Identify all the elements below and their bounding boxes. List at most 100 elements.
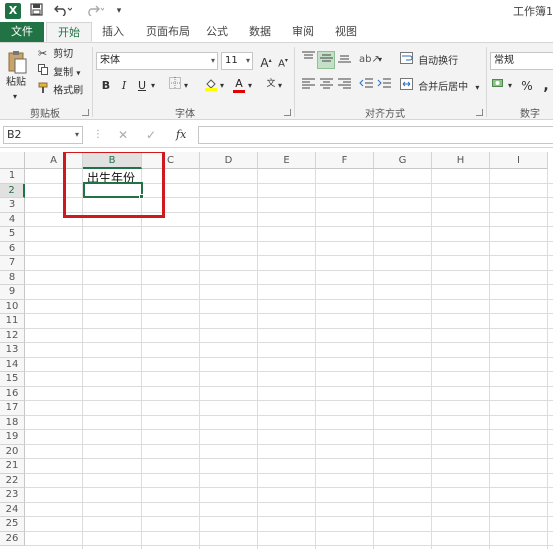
row-header-2[interactable]: 2	[0, 183, 25, 198]
column-header-i[interactable]: I	[490, 152, 548, 169]
align-center-icon	[319, 78, 333, 89]
row-header-1[interactable]: 1	[0, 169, 25, 184]
tab-file[interactable]: 文件	[0, 22, 44, 42]
underline-dropdown-icon[interactable]: ▾	[149, 77, 157, 95]
align-top-button[interactable]	[299, 51, 317, 69]
formula-input[interactable]	[198, 126, 553, 144]
tab-data[interactable]: 数据	[242, 22, 278, 42]
bold-button[interactable]: B	[97, 77, 115, 95]
row-header-22[interactable]: 22	[0, 473, 25, 488]
redo-icon[interactable]	[84, 3, 106, 19]
row-header-16[interactable]: 16	[0, 386, 25, 401]
row-header-17[interactable]: 17	[0, 401, 25, 416]
name-box[interactable]: B2 ▾	[3, 126, 83, 144]
phonetic-dropdown-icon[interactable]: ▾	[276, 77, 284, 95]
percent-button[interactable]: %	[518, 77, 536, 95]
font-name-select[interactable]: 宋体 ▾	[96, 52, 218, 70]
font-launcher-icon[interactable]	[284, 109, 291, 116]
merge-dropdown-icon[interactable]: ▾	[475, 83, 479, 92]
separator	[294, 47, 295, 117]
enter-icon[interactable]: ✓	[146, 126, 156, 144]
cut-button[interactable]: ✂ 剪切	[38, 46, 73, 63]
row-header-14[interactable]: 14	[0, 357, 25, 372]
borders-dropdown-icon[interactable]: ▾	[182, 77, 190, 95]
tab-insert[interactable]: 插入	[94, 22, 132, 42]
customize-quick-access-icon[interactable]: ▾	[114, 3, 124, 19]
row-header-3[interactable]: 3	[0, 198, 25, 213]
align-bottom-button[interactable]	[335, 51, 353, 69]
column-gridline	[315, 169, 316, 549]
row-header-9[interactable]: 9	[0, 285, 25, 300]
font-size-select[interactable]: 11 ▾	[221, 52, 253, 70]
align-left-button[interactable]	[299, 77, 317, 95]
row-header-21[interactable]: 21	[0, 459, 25, 474]
increase-font-icon: A	[260, 56, 269, 70]
row-header-19[interactable]: 19	[0, 430, 25, 445]
copy-button[interactable]: 复制 ▾	[38, 64, 80, 82]
fill-color-dropdown-icon[interactable]: ▾	[218, 77, 226, 95]
cancel-icon[interactable]: ✕	[118, 126, 128, 144]
comma-style-button[interactable]: ,	[537, 77, 553, 95]
number-format-select[interactable]: 常规	[490, 52, 553, 70]
italic-button[interactable]: I	[115, 77, 133, 95]
insert-function-button[interactable]: fx	[176, 126, 186, 144]
worksheet-grid[interactable]: ABCDEFGHI 1 2 3 4 5 6 7 8 9 10 11 12 13 14 15 16 17 18 19 2…	[0, 152, 553, 549]
row-header-26[interactable]: 26	[0, 531, 25, 546]
row-header-11[interactable]: 11	[0, 314, 25, 329]
increase-font-button[interactable]: A▴	[257, 52, 275, 70]
paste-dropdown-icon[interactable]: ▾	[13, 89, 17, 105]
font-color-icon: A	[235, 77, 243, 90]
row-header-23[interactable]: 23	[0, 488, 25, 503]
undo-icon[interactable]	[52, 3, 74, 19]
alignment-launcher-icon[interactable]	[476, 109, 483, 116]
row-header-4[interactable]: 4	[0, 212, 25, 227]
format-painter-button[interactable]: 格式刷	[38, 82, 83, 100]
row-gridline	[25, 385, 553, 387]
tab-home[interactable]: 开始	[46, 22, 92, 42]
accounting-dropdown-icon[interactable]: ▾	[506, 77, 514, 95]
separator	[92, 47, 93, 117]
row-header-10[interactable]: 10	[0, 299, 25, 314]
row-header-25[interactable]: 25	[0, 517, 25, 532]
column-header-d[interactable]: D	[200, 152, 258, 169]
orientation-button[interactable]: ab↗	[359, 51, 380, 69]
align-center-button[interactable]	[317, 77, 335, 95]
tab-page-layout[interactable]: 页面布局	[138, 22, 198, 42]
column-header-h[interactable]: H	[432, 152, 490, 169]
row-gridline	[25, 472, 553, 474]
align-middle-button[interactable]	[317, 51, 335, 69]
row-gridline	[25, 516, 553, 517]
decrease-font-button[interactable]: A▾	[274, 52, 292, 70]
paste-icon[interactable]	[6, 49, 28, 77]
select-all-corner[interactable]	[0, 152, 25, 169]
row-header-18[interactable]: 18	[0, 415, 25, 430]
row-header-7[interactable]: 7	[0, 256, 25, 271]
row-header-13[interactable]: 13	[0, 343, 25, 358]
decrease-indent-button[interactable]	[357, 77, 375, 95]
row-header-5[interactable]: 5	[0, 227, 25, 242]
row-header-15[interactable]: 15	[0, 372, 25, 387]
row-header-12[interactable]: 12	[0, 328, 25, 343]
align-right-button[interactable]	[335, 77, 353, 95]
save-icon[interactable]	[28, 3, 44, 19]
tab-review[interactable]: 审阅	[285, 22, 321, 42]
increase-indent-button[interactable]	[375, 77, 393, 95]
row-header-20[interactable]: 20	[0, 444, 25, 459]
excel-logo-icon: X	[5, 3, 21, 19]
column-header-g[interactable]: G	[374, 152, 432, 169]
font-color-dropdown-icon[interactable]: ▾	[246, 77, 254, 95]
row-header-6[interactable]: 6	[0, 241, 25, 256]
merge-center-button[interactable]: 合并后居中 ▾	[400, 78, 479, 96]
row-header-24[interactable]: 24	[0, 502, 25, 517]
tab-formulas[interactable]: 公式	[200, 22, 234, 42]
orientation-dropdown-icon[interactable]: ▾	[376, 51, 384, 69]
row-header-8[interactable]: 8	[0, 270, 25, 285]
column-header-e[interactable]: E	[258, 152, 316, 169]
formula-bar: B2 ▾ ⋮ ✕ ✓ fx	[0, 120, 553, 148]
column-gridline	[257, 169, 258, 549]
copy-dropdown-icon[interactable]: ▾	[76, 69, 80, 78]
column-header-f[interactable]: F	[316, 152, 374, 169]
clipboard-launcher-icon[interactable]	[82, 109, 89, 116]
wrap-text-button[interactable]: 自动换行	[400, 52, 458, 70]
tab-view[interactable]: 视图	[328, 22, 364, 42]
